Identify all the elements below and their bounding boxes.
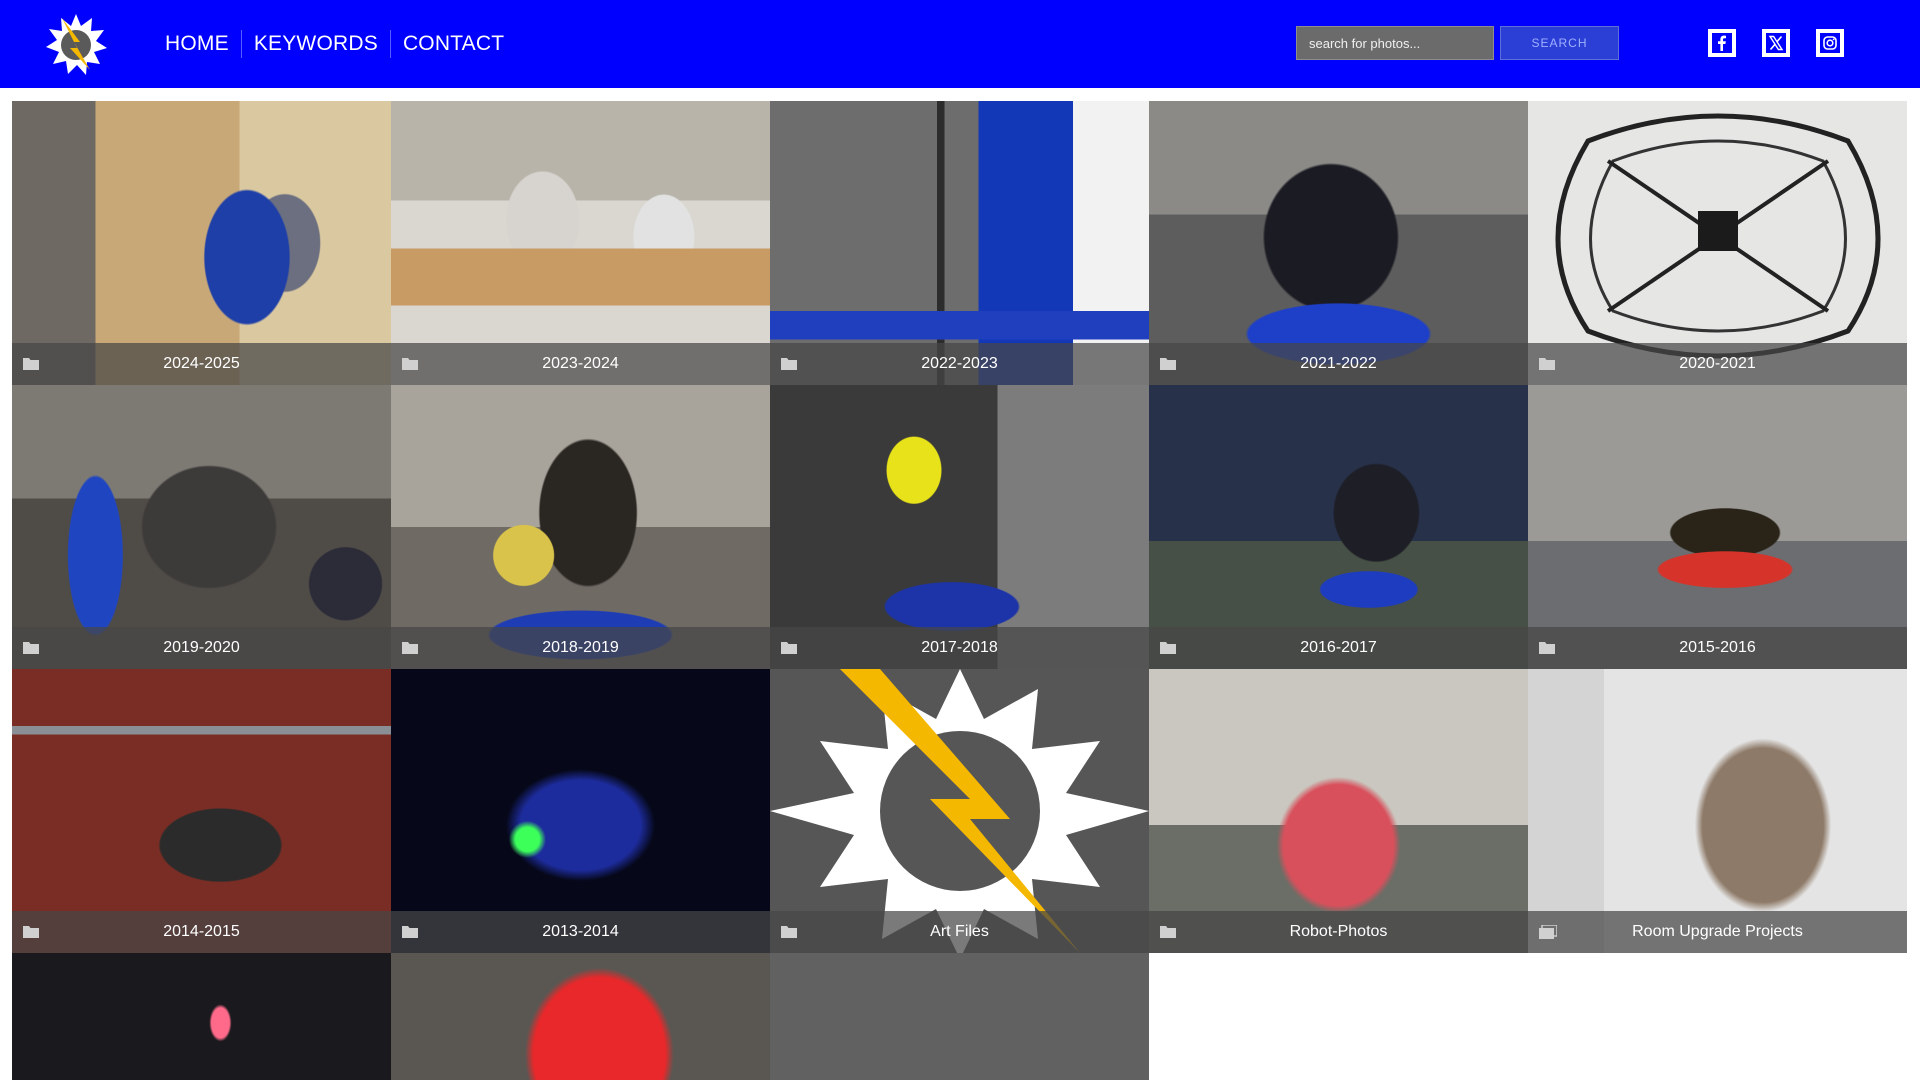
gallery-tile-2021-2022[interactable]: 2021-2022 xyxy=(1149,101,1528,385)
instagram-link[interactable] xyxy=(1816,29,1844,57)
gallery-tile-2024-2025[interactable]: 2024-2025 xyxy=(12,101,391,385)
gallery-title: Room Upgrade Projects xyxy=(1632,923,1803,940)
search-button[interactable]: SEARCH xyxy=(1500,26,1619,60)
gallery-title: 2017-2018 xyxy=(921,639,998,656)
gallery-tile-2013-2014[interactable]: 2013-2014 xyxy=(391,669,770,953)
facebook-icon xyxy=(1712,33,1732,53)
tile-caption: 2015-2016 xyxy=(1528,627,1907,669)
tile-caption: 2014-2015 xyxy=(12,911,391,953)
nav-home-link[interactable]: HOME xyxy=(153,30,241,58)
gallery-title: 2016-2017 xyxy=(1300,639,1377,656)
gallery-title: Art Files xyxy=(930,923,989,940)
tile-caption: Room Upgrade Projects xyxy=(1528,911,1907,953)
photo-thumbnail xyxy=(12,953,391,1080)
gallery-tile-2023-2024[interactable]: 2023-2024 xyxy=(391,101,770,385)
facebook-link[interactable] xyxy=(1708,29,1736,57)
tile-caption: 2016-2017 xyxy=(1149,627,1528,669)
gallery-tile-art-files[interactable]: Art Files xyxy=(770,669,1149,953)
gallery-tile-2016-2017[interactable]: 2016-2017 xyxy=(1149,385,1528,669)
nav-keywords-link[interactable]: KEYWORDS xyxy=(242,30,390,58)
site-header: HOME KEYWORDS CONTACT SEARCH xyxy=(0,0,1920,88)
photo-thumbnail xyxy=(391,953,770,1080)
tile-caption: 2022-2023 xyxy=(770,343,1149,385)
gallery-title: 2015-2016 xyxy=(1679,639,1756,656)
tile-caption: 2018-2019 xyxy=(391,627,770,669)
gallery-tile-partial[interactable] xyxy=(12,953,391,1080)
instagram-icon xyxy=(1820,33,1840,53)
gallery-tile-2022-2023[interactable]: 2022-2023 xyxy=(770,101,1149,385)
tile-caption: 2021-2022 xyxy=(1149,343,1528,385)
sun-bolt-logo-icon xyxy=(46,14,107,75)
tile-caption: 2017-2018 xyxy=(770,627,1149,669)
gallery-tile-2014-2015[interactable]: 2014-2015 xyxy=(12,669,391,953)
tile-caption: 2024-2025 xyxy=(12,343,391,385)
gallery-title: 2022-2023 xyxy=(921,355,998,372)
gallery-title: 2020-2021 xyxy=(1679,355,1756,372)
gallery-title: 2021-2022 xyxy=(1300,355,1377,372)
tile-caption: 2019-2020 xyxy=(12,627,391,669)
gallery-title: 2013-2014 xyxy=(542,923,619,940)
x-link[interactable] xyxy=(1762,29,1790,57)
gallery-tile-2015-2016[interactable]: 2015-2016 xyxy=(1528,385,1907,669)
photo-thumbnail xyxy=(770,953,1149,1080)
x-icon xyxy=(1766,33,1786,53)
gallery-tile-room-upgrade-projects[interactable]: Room Upgrade Projects xyxy=(1528,669,1907,953)
gallery-title: 2019-2020 xyxy=(163,639,240,656)
gallery-title: 2024-2025 xyxy=(163,355,240,372)
gallery-tile-robot-photos[interactable]: Robot-Photos xyxy=(1149,669,1528,953)
nav-contact-link[interactable]: CONTACT xyxy=(391,30,516,58)
gallery-tile-2019-2020[interactable]: 2019-2020 xyxy=(12,385,391,669)
tile-caption: 2013-2014 xyxy=(391,911,770,953)
gallery-tile-partial[interactable] xyxy=(391,953,770,1080)
gallery-title: 2014-2015 xyxy=(163,923,240,940)
gallery-tile-partial[interactable] xyxy=(770,953,1149,1080)
gallery-title: 2018-2019 xyxy=(542,639,619,656)
search-input[interactable] xyxy=(1296,26,1494,60)
gallery-tile-2020-2021[interactable]: 2020-2021 xyxy=(1528,101,1907,385)
tile-caption: 2020-2021 xyxy=(1528,343,1907,385)
tile-caption: Robot-Photos xyxy=(1149,911,1528,953)
gallery-title: Robot-Photos xyxy=(1289,923,1388,940)
site-logo[interactable] xyxy=(44,12,108,76)
tile-caption: 2023-2024 xyxy=(391,343,770,385)
tile-caption: Art Files xyxy=(770,911,1149,953)
gallery-tile-2017-2018[interactable]: 2017-2018 xyxy=(770,385,1149,669)
gallery-title: 2023-2024 xyxy=(542,355,619,372)
main-nav: HOME KEYWORDS CONTACT xyxy=(153,0,516,88)
gallery-tile-2018-2019[interactable]: 2018-2019 xyxy=(391,385,770,669)
